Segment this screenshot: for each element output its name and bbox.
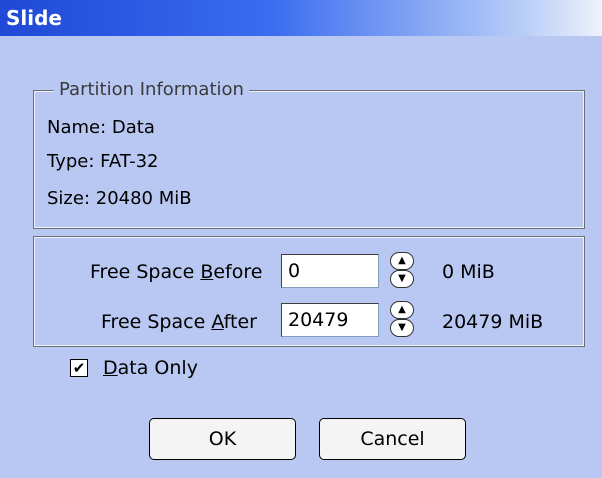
free-space-before-input[interactable] bbox=[281, 254, 379, 288]
partition-info-legend: Partition Information bbox=[54, 79, 249, 100]
data-only-checkbox[interactable]: ✔ bbox=[70, 359, 88, 377]
spin-down-icon[interactable]: ▼ bbox=[390, 319, 414, 337]
checkmark-icon: ✔ bbox=[72, 359, 86, 377]
title-bar[interactable]: Slide bbox=[0, 0, 602, 36]
free-space-after-input[interactable] bbox=[281, 303, 379, 337]
window-title: Slide bbox=[6, 6, 62, 30]
partition-name: Name: Data bbox=[47, 117, 155, 138]
partition-type: Type: FAT-32 bbox=[47, 151, 159, 172]
cancel-button[interactable]: Cancel bbox=[319, 418, 466, 460]
free-space-before-label: Free Space Before bbox=[90, 261, 263, 283]
free-space-before-spinner[interactable]: ▲ ▼ bbox=[390, 250, 416, 290]
spin-down-icon[interactable]: ▼ bbox=[390, 270, 414, 288]
free-space-after-label: Free Space After bbox=[101, 311, 257, 333]
partition-size: Size: 20480 MiB bbox=[47, 188, 192, 209]
spin-up-icon[interactable]: ▲ bbox=[390, 252, 414, 270]
data-only-label[interactable]: Data Only bbox=[103, 357, 198, 379]
free-space-after-spinner[interactable]: ▲ ▼ bbox=[390, 299, 416, 339]
free-space-before-mib: 0 MiB bbox=[442, 261, 495, 283]
spin-up-icon[interactable]: ▲ bbox=[390, 301, 414, 319]
free-space-after-mib: 20479 MiB bbox=[442, 311, 544, 333]
ok-button[interactable]: OK bbox=[149, 418, 296, 460]
